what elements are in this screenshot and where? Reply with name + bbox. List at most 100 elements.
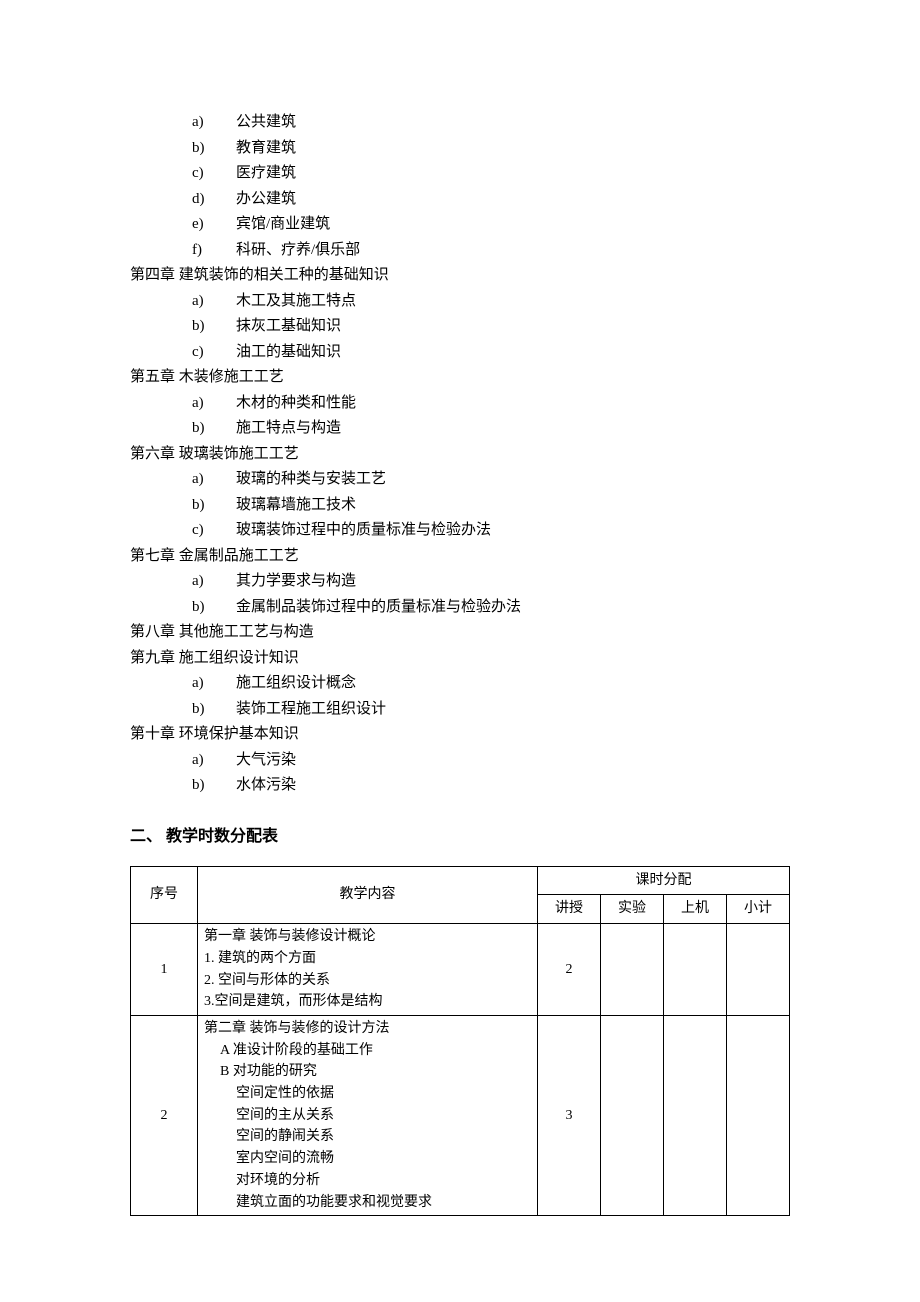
- content-line: 2. 空间与形体的关系: [204, 970, 531, 992]
- sub-item-marker: a): [192, 289, 224, 315]
- sub-item-text: 医疗建筑: [236, 161, 296, 187]
- pre-items-list: a) 公共建筑 b) 教育建筑 c) 医疗建筑 d) 办公建筑e)宾馆/商业建筑f) 科研、疗养…: [130, 110, 790, 263]
- sub-item-marker: b): [192, 493, 224, 519]
- sub-item: b) 玻璃幕墙施工技术: [130, 493, 790, 519]
- hours-table: 序号 教学内容 课时分配 讲授 实验 上机 小计 1第一章 装饰与装修设计概论1…: [130, 866, 790, 1217]
- th-content: 教学内容: [198, 866, 538, 924]
- document-page: a) 公共建筑 b) 教育建筑 c) 医疗建筑 d) 办公建筑e)宾馆/商业建筑f) 科研、疗养…: [0, 0, 920, 1302]
- content-line: 第二章 装饰与装修的设计方法: [204, 1018, 531, 1040]
- cell-computer: [664, 924, 727, 1016]
- chapter-title: 第七章 金属制品施工工艺: [130, 544, 790, 570]
- sub-item-text: 玻璃装饰过程中的质量标准与检验办法: [236, 518, 491, 544]
- sub-item-text: 施工组织设计概念: [236, 671, 356, 697]
- section-2-title: 二、 教学时数分配表: [130, 823, 790, 850]
- sub-item-text: 科研、疗养/俱乐部: [236, 238, 360, 264]
- content-line: 空间的主从关系: [204, 1105, 531, 1127]
- sub-item-text: 施工特点与构造: [236, 416, 341, 442]
- content-line: 1. 建筑的两个方面: [204, 948, 531, 970]
- sub-item-marker: d): [192, 187, 224, 213]
- sub-item: f) 科研、疗养/俱乐部: [130, 238, 790, 264]
- content-line: B 对功能的研究: [204, 1061, 531, 1083]
- cell-content: 第二章 装饰与装修的设计方法A 准设计阶段的基础工作B 对功能的研究空间定性的依…: [198, 1016, 538, 1216]
- cell-lab: [601, 1016, 664, 1216]
- sub-item: a) 木材的种类和性能: [130, 391, 790, 417]
- cell-lab: [601, 924, 664, 1016]
- sub-item-text: 油工的基础知识: [236, 340, 341, 366]
- sub-item: a) 木工及其施工特点: [130, 289, 790, 315]
- sub-item: c) 医疗建筑: [130, 161, 790, 187]
- th-seq: 序号: [131, 866, 198, 924]
- chapter-title: 第九章 施工组织设计知识: [130, 646, 790, 672]
- th-hours-group: 课时分配: [538, 866, 790, 895]
- chapter-sub-list: a)大气污染b) 水体污染: [130, 748, 790, 799]
- sub-item: e)宾馆/商业建筑: [130, 212, 790, 238]
- hours-table-body: 1第一章 装饰与装修设计概论1. 建筑的两个方面2. 空间与形体的关系3.空间是…: [131, 924, 790, 1216]
- content-line: 第一章 装饰与装修设计概论: [204, 926, 531, 948]
- sub-item-text: 玻璃幕墙施工技术: [236, 493, 356, 519]
- chapter-sub-list: a) 其力学要求与构造b)金属制品装饰过程中的质量标准与检验办法: [130, 569, 790, 620]
- content-line: 建筑立面的功能要求和视觉要求: [204, 1192, 531, 1214]
- sub-item-marker: c): [192, 161, 224, 187]
- th-subtotal: 小计: [727, 895, 790, 924]
- table-row: 2第二章 装饰与装修的设计方法A 准设计阶段的基础工作B 对功能的研究空间定性的…: [131, 1016, 790, 1216]
- sub-item-marker: b): [192, 773, 224, 799]
- cell-subtotal: [727, 1016, 790, 1216]
- sub-item-marker: a): [192, 110, 224, 136]
- sub-item-text: 大气污染: [236, 748, 296, 774]
- sub-item-text: 其力学要求与构造: [236, 569, 356, 595]
- sub-item-marker: a): [192, 467, 224, 493]
- table-row: 1第一章 装饰与装修设计概论1. 建筑的两个方面2. 空间与形体的关系3.空间是…: [131, 924, 790, 1016]
- sub-item-marker: c): [192, 518, 224, 544]
- content-line: 室内空间的流畅: [204, 1148, 531, 1170]
- sub-item-text: 木工及其施工特点: [236, 289, 356, 315]
- sub-item-text: 水体污染: [236, 773, 296, 799]
- cell-lecture: 3: [538, 1016, 601, 1216]
- cell-seq: 2: [131, 1016, 198, 1216]
- chapter-title: 第六章 玻璃装饰施工工艺: [130, 442, 790, 468]
- th-lab: 实验: [601, 895, 664, 924]
- sub-item-marker: f): [192, 238, 224, 264]
- sub-item-text: 抹灰工基础知识: [236, 314, 341, 340]
- sub-item: c) 油工的基础知识: [130, 340, 790, 366]
- content-line: 空间定性的依据: [204, 1083, 531, 1105]
- sub-item-marker: c): [192, 340, 224, 366]
- sub-item-text: 玻璃的种类与安装工艺: [236, 467, 386, 493]
- sub-item-text: 教育建筑: [236, 136, 296, 162]
- sub-item: b) 装饰工程施工组织设计: [130, 697, 790, 723]
- chapter-sub-list: a) 玻璃的种类与安装工艺 b) 玻璃幕墙施工技术 c) 玻璃装饰过程中的质量标准与检验办…: [130, 467, 790, 544]
- content-line: A 准设计阶段的基础工作: [204, 1040, 531, 1062]
- chapter-title: 第十章 环境保护基本知识: [130, 722, 790, 748]
- sub-item: b) 教育建筑: [130, 136, 790, 162]
- sub-item-text: 金属制品装饰过程中的质量标准与检验办法: [236, 595, 521, 621]
- content-line: 空间的静闹关系: [204, 1126, 531, 1148]
- sub-item: a) 施工组织设计概念: [130, 671, 790, 697]
- sub-item-text: 办公建筑: [236, 187, 296, 213]
- cell-computer: [664, 1016, 727, 1216]
- sub-item: b) 水体污染: [130, 773, 790, 799]
- sub-item-marker: b): [192, 697, 224, 723]
- sub-item: b) 抹灰工基础知识: [130, 314, 790, 340]
- cell-content: 第一章 装饰与装修设计概论1. 建筑的两个方面2. 空间与形体的关系3.空间是建…: [198, 924, 538, 1016]
- th-computer: 上机: [664, 895, 727, 924]
- sub-item-marker: a): [192, 671, 224, 697]
- content-line: 对环境的分析: [204, 1170, 531, 1192]
- sub-item-marker: a): [192, 391, 224, 417]
- chapter-sub-list: a) 施工组织设计概念 b) 装饰工程施工组织设计: [130, 671, 790, 722]
- sub-item: a) 玻璃的种类与安装工艺: [130, 467, 790, 493]
- sub-item-text: 公共建筑: [236, 110, 296, 136]
- sub-item-text: 装饰工程施工组织设计: [236, 697, 386, 723]
- sub-item: b)金属制品装饰过程中的质量标准与检验办法: [130, 595, 790, 621]
- chapter-sub-list: a) 木材的种类和性能 b) 施工特点与构造: [130, 391, 790, 442]
- chapter-sub-list: a) 木工及其施工特点 b) 抹灰工基础知识 c) 油工的基础知识: [130, 289, 790, 366]
- sub-item-marker: b): [192, 314, 224, 340]
- chapter-title: 第四章 建筑装饰的相关工种的基础知识: [130, 263, 790, 289]
- th-lecture: 讲授: [538, 895, 601, 924]
- sub-item-marker: a): [192, 569, 224, 595]
- chapter-title: 第五章 木装修施工工艺: [130, 365, 790, 391]
- sub-item-marker: b): [192, 416, 224, 442]
- sub-item: a) 其力学要求与构造: [130, 569, 790, 595]
- sub-item-text: 木材的种类和性能: [236, 391, 356, 417]
- sub-item-marker: b): [192, 136, 224, 162]
- sub-item: a)大气污染: [130, 748, 790, 774]
- sub-item: a) 公共建筑: [130, 110, 790, 136]
